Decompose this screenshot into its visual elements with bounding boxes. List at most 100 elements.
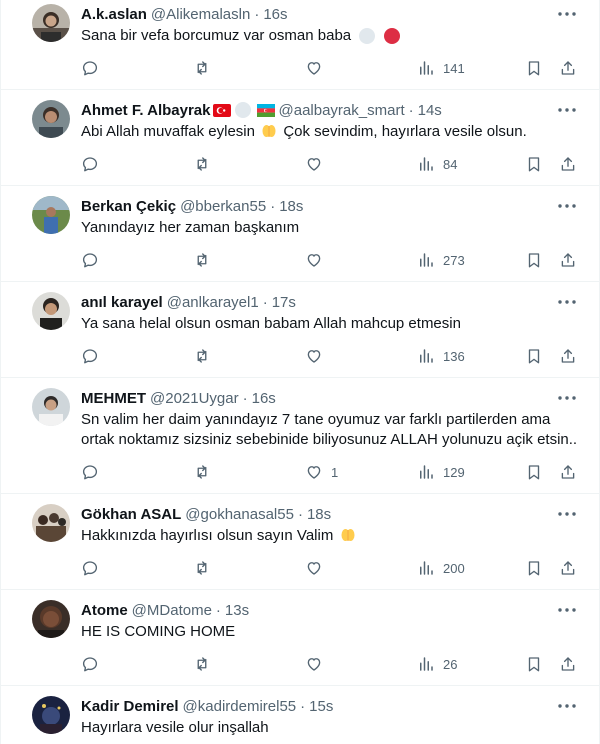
- reply-button[interactable]: [81, 154, 107, 174]
- reply-button[interactable]: [81, 58, 107, 78]
- avatar[interactable]: [32, 4, 70, 42]
- views-button[interactable]: 141: [417, 58, 465, 78]
- more-icon[interactable]: [557, 696, 577, 716]
- avatar[interactable]: [32, 388, 70, 426]
- retweet-icon: [193, 463, 211, 481]
- username[interactable]: @bberkan55: [180, 198, 266, 215]
- more-icon[interactable]: [557, 292, 577, 312]
- like-button[interactable]: [305, 154, 331, 174]
- bookmark-button[interactable]: [525, 250, 543, 270]
- display-name[interactable]: MEHMET: [81, 390, 146, 407]
- more-icon[interactable]: [557, 196, 577, 216]
- more-icon[interactable]: [557, 388, 577, 408]
- share-button[interactable]: [559, 558, 577, 578]
- views-button[interactable]: 273: [417, 250, 465, 270]
- like-button[interactable]: [305, 58, 331, 78]
- tweet-text: Abi Allah muvaffak eylesin Çok sevindim,…: [81, 122, 586, 142]
- reply-button[interactable]: [81, 558, 107, 578]
- timestamp[interactable]: 15s: [309, 698, 333, 715]
- timestamp[interactable]: 16s: [263, 6, 287, 23]
- bookmark-icon: [525, 251, 543, 269]
- reply-button[interactable]: [81, 346, 107, 366]
- share-button[interactable]: [559, 154, 577, 174]
- tweet[interactable]: anıl karayel @anlkarayel1 · 17s Ya sana …: [1, 282, 599, 378]
- display-name[interactable]: anıl karayel: [81, 294, 163, 311]
- username[interactable]: @2021Uygar: [150, 390, 239, 407]
- retweet-button[interactable]: [193, 58, 219, 78]
- views-button[interactable]: 129: [417, 462, 465, 482]
- avatar[interactable]: [32, 100, 70, 138]
- retweet-button[interactable]: [193, 154, 219, 174]
- avatar[interactable]: [32, 292, 70, 330]
- username[interactable]: @anlkarayel1: [167, 294, 259, 311]
- share-button[interactable]: [559, 250, 577, 270]
- reply-icon: [81, 155, 99, 173]
- tweet[interactable]: Berkan Çekiç @bberkan55 · 18s Yanındayız…: [1, 186, 599, 282]
- timestamp[interactable]: 16s: [252, 390, 276, 407]
- bookmark-button[interactable]: [525, 58, 543, 78]
- display-name[interactable]: Kadir Demirel: [81, 698, 179, 715]
- share-button[interactable]: [559, 346, 577, 366]
- timestamp[interactable]: 14s: [418, 102, 442, 119]
- timestamp[interactable]: 18s: [279, 198, 303, 215]
- retweet-button[interactable]: [193, 250, 219, 270]
- like-button[interactable]: [305, 654, 331, 674]
- bookmark-button[interactable]: [525, 346, 543, 366]
- more-icon[interactable]: [557, 4, 577, 24]
- tweet[interactable]: Kadir Demirel @kadirdemirel55 · 15s Hayı…: [1, 686, 599, 744]
- display-name[interactable]: Berkan Çekiç: [81, 198, 176, 215]
- timestamp[interactable]: 18s: [307, 506, 331, 523]
- avatar[interactable]: [32, 696, 70, 734]
- like-icon: [305, 59, 323, 77]
- more-icon[interactable]: [557, 100, 577, 120]
- username[interactable]: @kadirdemirel55: [183, 698, 297, 715]
- folded-hands-emoji: [262, 125, 276, 137]
- views-button[interactable]: 26: [417, 654, 457, 674]
- tweet[interactable]: Ahmet F. Albayrak @aalbayrak_smart · 14s…: [1, 90, 599, 186]
- views-button[interactable]: 136: [417, 346, 465, 366]
- reply-button[interactable]: [81, 462, 107, 482]
- like-button[interactable]: [305, 558, 331, 578]
- retweet-button[interactable]: [193, 654, 219, 674]
- like-button[interactable]: [305, 346, 331, 366]
- username[interactable]: @aalbayrak_smart: [279, 102, 405, 119]
- bookmark-icon: [525, 463, 543, 481]
- display-name[interactable]: Ahmet F. Albayrak: [81, 102, 211, 119]
- more-icon[interactable]: [557, 504, 577, 524]
- username[interactable]: @gokhanasal55: [185, 506, 294, 523]
- tweet[interactable]: Gökhan ASAL @gokhanasal55 · 18s Hakkınız…: [1, 494, 599, 590]
- like-button[interactable]: 1: [305, 462, 338, 482]
- like-button[interactable]: [305, 250, 331, 270]
- avatar[interactable]: [32, 600, 70, 638]
- reply-button[interactable]: [81, 250, 107, 270]
- timestamp[interactable]: 17s: [272, 294, 296, 311]
- bookmark-button[interactable]: [525, 154, 543, 174]
- more-icon[interactable]: [557, 600, 577, 620]
- views-button[interactable]: 84: [417, 154, 457, 174]
- views-icon: [417, 59, 435, 77]
- username[interactable]: @MDatome: [132, 602, 212, 619]
- retweet-button[interactable]: [193, 462, 219, 482]
- bookmark-button[interactable]: [525, 462, 543, 482]
- share-button[interactable]: [559, 462, 577, 482]
- display-name[interactable]: Gökhan ASAL: [81, 506, 181, 523]
- display-name[interactable]: Atome: [81, 602, 128, 619]
- timestamp[interactable]: 13s: [225, 602, 249, 619]
- avatar[interactable]: [32, 504, 70, 542]
- bookmark-button[interactable]: [525, 654, 543, 674]
- share-button[interactable]: [559, 58, 577, 78]
- avatar[interactable]: [32, 196, 70, 234]
- username[interactable]: @Alikemalasln: [151, 6, 250, 23]
- tweet[interactable]: MEHMET @2021Uygar · 16s Sn valim her dai…: [1, 378, 599, 494]
- share-button[interactable]: [559, 654, 577, 674]
- like-icon: [305, 559, 323, 577]
- view-count: 26: [443, 656, 458, 672]
- reply-button[interactable]: [81, 654, 107, 674]
- tweet[interactable]: A.k.aslan @Alikemalasln · 16s Sana bir v…: [1, 0, 599, 90]
- retweet-button[interactable]: [193, 558, 219, 578]
- display-name[interactable]: A.k.aslan: [81, 6, 147, 23]
- retweet-button[interactable]: [193, 346, 219, 366]
- bookmark-button[interactable]: [525, 558, 543, 578]
- views-button[interactable]: 200: [417, 558, 465, 578]
- tweet[interactable]: Atome @MDatome · 13s HE IS COMING HOME 2…: [1, 590, 599, 686]
